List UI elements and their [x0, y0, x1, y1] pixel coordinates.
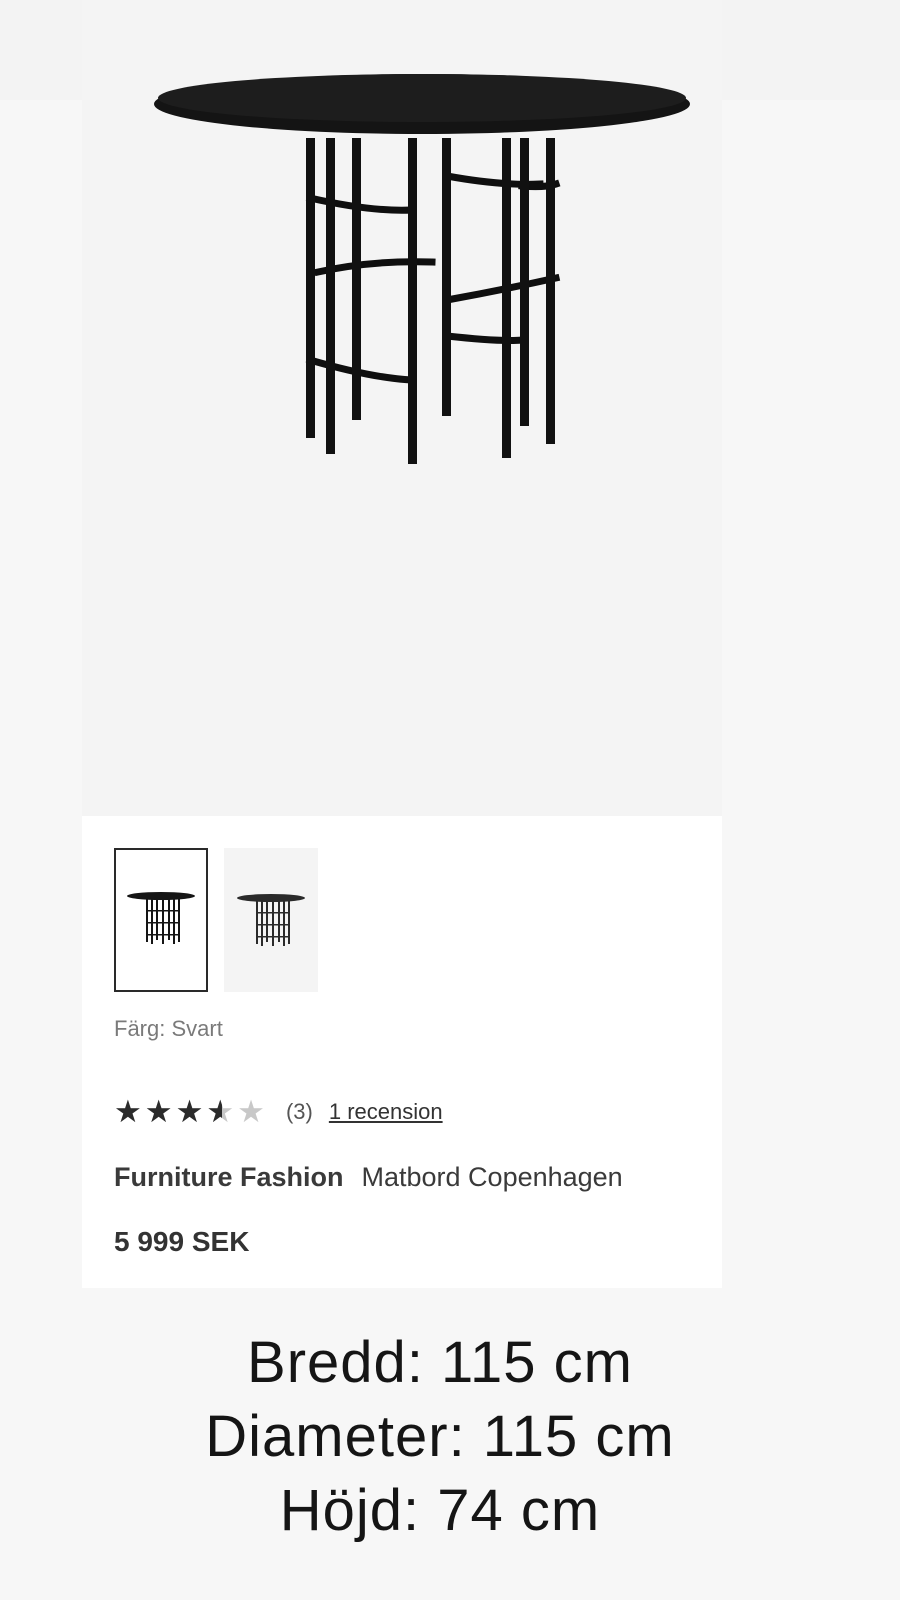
color-label: Färg: Svart	[114, 1016, 223, 1041]
dimension-diameter: Diameter: 115 cm	[205, 1404, 675, 1469]
product-info-panel: Färg: Svart ★★★★★ ★★★★★ (3) 1 recension …	[82, 816, 722, 1288]
rating-row: ★★★★★ ★★★★★ (3) 1 recension	[114, 1092, 443, 1132]
thumbnail-table-icon	[127, 892, 195, 944]
dimension-width: Bredd: 115 cm	[247, 1330, 633, 1395]
product-price: 5 999 SEK	[114, 1226, 250, 1257]
product-title: Furniture Fashion Matbord Copenhagen	[114, 1162, 623, 1193]
product-name: Matbord Copenhagen	[361, 1162, 623, 1192]
reviews-link[interactable]: 1 recension	[329, 1099, 443, 1125]
product-image[interactable]	[82, 0, 722, 816]
product-card: Färg: Svart ★★★★★ ★★★★★ (3) 1 recension …	[82, 0, 722, 1288]
thumbnail-table-icon	[237, 894, 305, 946]
dimensions-block: Bredd: 115 cm Diameter: 115 cm Höjd: 74 …	[0, 1326, 880, 1548]
review-count: (3)	[285, 1099, 313, 1124]
thumbnail-1[interactable]	[114, 848, 208, 992]
brand-name[interactable]: Furniture Fashion	[114, 1162, 344, 1192]
star-icons-filled: ★★★★★	[114, 1094, 222, 1129]
thumbnail-2[interactable]	[224, 848, 318, 992]
dimension-height: Höjd: 74 cm	[279, 1478, 601, 1543]
table-illustration	[154, 74, 690, 464]
star-rating: ★★★★★ ★★★★★	[114, 1092, 268, 1132]
